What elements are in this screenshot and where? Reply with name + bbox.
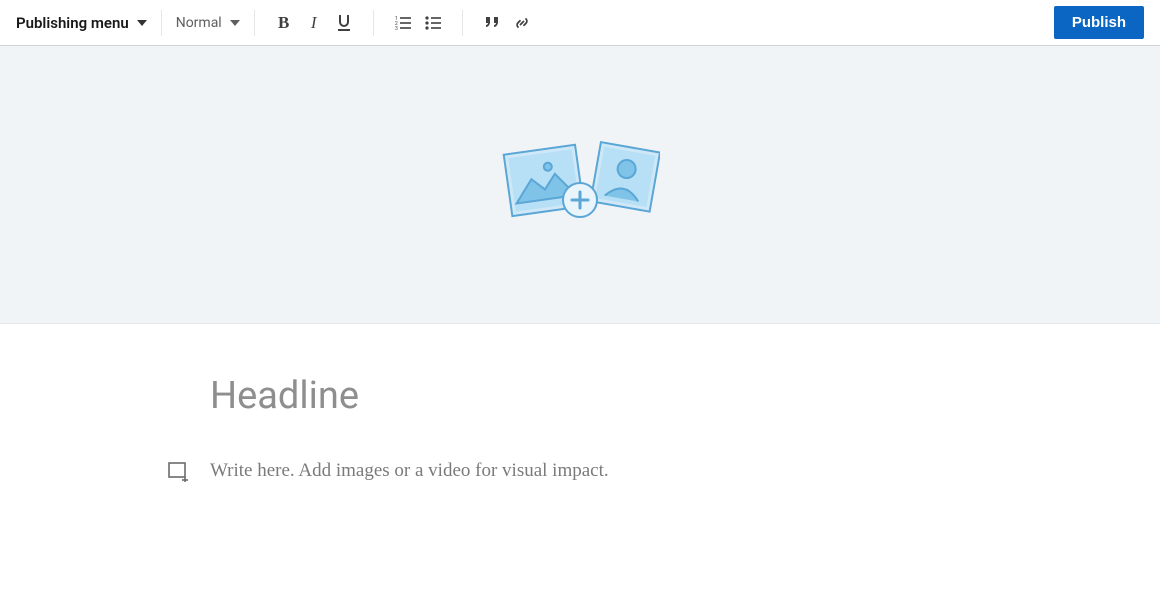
toolbar-separator [462,10,463,36]
editor-toolbar: Publishing menu Normal B I 1 [0,0,1160,46]
bullet-list-button[interactable] [418,9,448,37]
text-style-label: Normal [176,15,222,31]
publish-button[interactable]: Publish [1054,6,1144,39]
bullet-list-icon [425,16,441,30]
text-style-dropdown[interactable]: Normal [176,15,240,31]
toolbar-separator [161,10,162,36]
editor-content: Headline Write here. Add images or a vid… [0,324,1160,482]
body-input[interactable]: Write here. Add images or a video for vi… [210,460,609,482]
headline-input[interactable]: Headline [210,374,950,418]
underline-button[interactable] [329,9,359,37]
caret-down-icon [137,20,147,26]
quote-icon [484,17,500,29]
add-media-button[interactable] [168,462,190,484]
caret-down-icon [230,20,240,26]
italic-icon: I [311,13,317,33]
bold-icon: B [278,13,289,33]
italic-button[interactable]: I [299,9,329,37]
add-cover-image-icon [500,138,660,232]
toolbar-separator [373,10,374,36]
cover-image-upload[interactable] [0,46,1160,324]
link-icon [514,15,530,31]
ordered-list-icon: 1 2 3 [395,16,411,30]
underline-icon [336,14,352,32]
publishing-menu-dropdown[interactable]: Publishing menu [16,14,147,32]
add-media-icon [168,467,190,486]
link-button[interactable] [507,9,537,37]
svg-text:3: 3 [395,26,398,30]
bold-button[interactable]: B [269,9,299,37]
ordered-list-button[interactable]: 1 2 3 [388,9,418,37]
publishing-menu-label: Publishing menu [16,14,129,32]
blockquote-button[interactable] [477,9,507,37]
toolbar-separator [254,10,255,36]
